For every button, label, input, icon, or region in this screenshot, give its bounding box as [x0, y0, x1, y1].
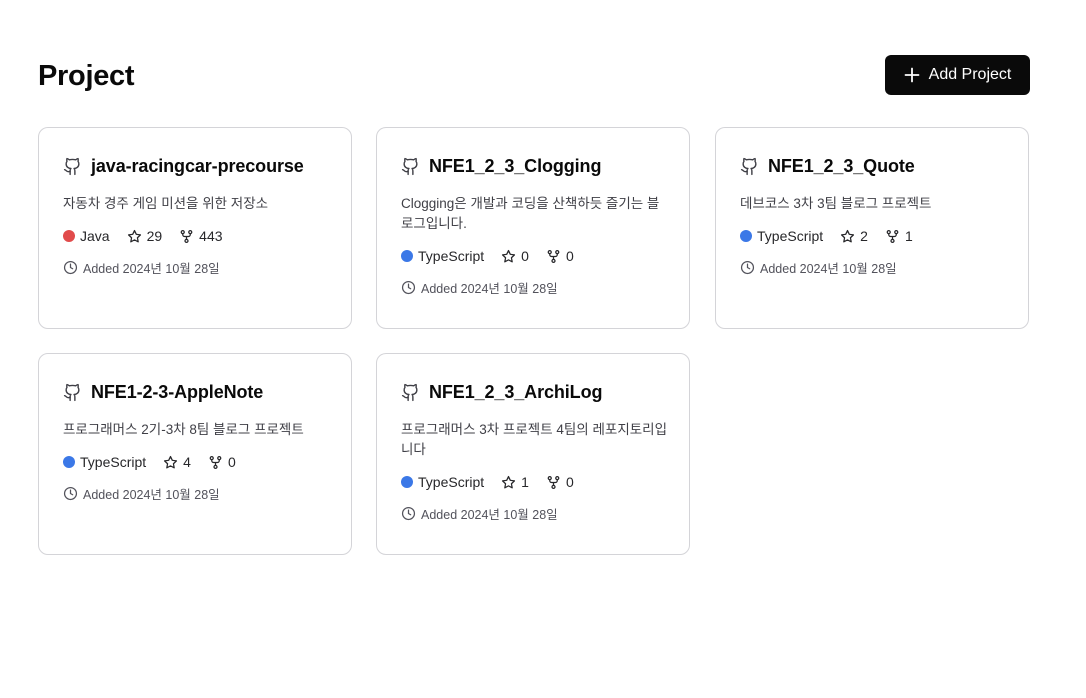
project-meta: TypeScript 2 1 [740, 227, 1004, 245]
project-description: 데브코스 3차 3팀 블로그 프로젝트 [740, 196, 932, 211]
clock-icon [740, 260, 755, 275]
project-title[interactable]: java-racingcar-precourse [91, 156, 304, 177]
stars-value: 2 [860, 228, 868, 244]
stars-count: 4 [163, 454, 191, 470]
stars-count: 1 [501, 474, 529, 490]
star-icon [164, 455, 178, 468]
language-label: TypeScript [418, 248, 485, 264]
project-meta: TypeScript 4 0 [63, 453, 327, 471]
star-icon [841, 229, 855, 242]
project-card[interactable]: NFE1_2_3_ArchiLog 프로그래머스 3차 프로젝트 4팀의 레포지… [376, 353, 690, 555]
language-dot [63, 230, 75, 242]
forks-value: 1 [904, 228, 913, 244]
fork-icon [547, 475, 560, 489]
clock-icon [63, 260, 78, 275]
language-dot [401, 250, 413, 262]
card-header: NFE1-2-3-AppleNote [63, 381, 327, 403]
github-icon [401, 383, 418, 401]
clock-icon [63, 486, 78, 501]
project-meta: Java 29 443 [63, 227, 327, 245]
stars-count: 29 [127, 228, 163, 244]
project-description: Clogging은 개발과 코딩을 산책하듯 즐기는 블로그입니다. [401, 196, 660, 231]
language-badge: TypeScript [740, 228, 823, 244]
stars-value: 4 [183, 454, 191, 470]
added-date-text: Added 2024년 10월 28일 [421, 282, 558, 296]
added-date-text: Added 2024년 10월 28일 [421, 508, 558, 522]
added-date: Added 2024년 10월 28일 [401, 278, 665, 297]
project-description: 프로그래머스 3차 프로젝트 4팀의 레포지토리입니다 [401, 422, 667, 457]
project-card[interactable]: NFE1_2_3_Quote 데브코스 3차 3팀 블로그 프로젝트 TypeS… [715, 127, 1029, 329]
project-title[interactable]: NFE1-2-3-AppleNote [91, 382, 263, 403]
github-icon [401, 157, 418, 175]
github-icon [63, 383, 80, 401]
add-project-button[interactable]: Add Project [885, 55, 1030, 95]
added-date-text: Added 2024년 10월 28일 [760, 262, 897, 276]
language-label: Java [80, 228, 110, 244]
project-card[interactable]: NFE1_2_3_Clogging Clogging은 개발과 코딩을 산책하듯… [376, 127, 690, 329]
stars-value: 0 [521, 248, 529, 264]
card-header: java-racingcar-precourse [63, 155, 327, 177]
stars-value: 1 [521, 474, 529, 490]
github-icon [63, 157, 80, 175]
project-title[interactable]: NFE1_2_3_ArchiLog [429, 382, 602, 403]
forks-count: 0 [546, 474, 574, 490]
fork-icon [886, 229, 899, 243]
project-description: 프로그래머스 2기-3차 8팀 블로그 프로젝트 [63, 422, 304, 437]
card-header: NFE1_2_3_ArchiLog [401, 381, 665, 403]
added-date: Added 2024년 10월 28일 [401, 504, 665, 523]
project-meta: TypeScript 1 0 [401, 473, 665, 491]
clock-icon [401, 280, 416, 295]
project-meta: TypeScript 0 0 [401, 247, 665, 265]
stars-value: 29 [146, 228, 163, 244]
fork-icon [209, 455, 222, 469]
language-badge: Java [63, 228, 110, 244]
fork-icon [547, 249, 560, 263]
project-title[interactable]: NFE1_2_3_Quote [768, 156, 915, 177]
language-dot [401, 476, 413, 488]
language-badge: TypeScript [63, 454, 146, 470]
project-title[interactable]: NFE1_2_3_Clogging [429, 156, 601, 177]
language-label: TypeScript [757, 228, 824, 244]
card-header: NFE1_2_3_Quote [740, 155, 1004, 177]
stars-count: 0 [501, 248, 529, 264]
language-dot [740, 230, 752, 242]
add-project-label: Add Project [928, 66, 1012, 83]
page-header: Project Add Project [38, 55, 1030, 95]
forks-value: 443 [199, 228, 223, 244]
forks-value: 0 [565, 474, 574, 490]
forks-value: 0 [227, 454, 236, 470]
added-date-text: Added 2024년 10월 28일 [83, 488, 220, 502]
added-date-text: Added 2024년 10월 28일 [83, 262, 220, 276]
stars-count: 2 [840, 228, 868, 244]
page-title: Project [38, 60, 135, 92]
card-header: NFE1_2_3_Clogging [401, 155, 665, 177]
project-card[interactable]: java-racingcar-precourse 자동차 경주 게임 미션을 위… [38, 127, 352, 329]
added-date: Added 2024년 10월 28일 [63, 258, 327, 277]
project-description: 자동차 경주 게임 미션을 위한 저장소 [63, 196, 269, 211]
forks-count: 0 [208, 454, 236, 470]
star-icon [502, 249, 516, 262]
language-label: TypeScript [80, 454, 147, 470]
forks-count: 0 [546, 248, 574, 264]
star-icon [127, 229, 141, 242]
language-badge: TypeScript [401, 248, 484, 264]
added-date: Added 2024년 10월 28일 [740, 258, 1004, 277]
clock-icon [401, 506, 416, 521]
forks-value: 0 [565, 248, 574, 264]
fork-icon [180, 229, 193, 243]
star-icon [502, 475, 516, 488]
language-label: TypeScript [418, 474, 485, 490]
language-dot [63, 456, 75, 468]
github-icon [740, 157, 757, 175]
forks-count: 1 [885, 228, 913, 244]
project-card[interactable]: NFE1-2-3-AppleNote 프로그래머스 2기-3차 8팀 블로그 프… [38, 353, 352, 555]
added-date: Added 2024년 10월 28일 [63, 484, 327, 503]
forks-count: 443 [179, 228, 223, 244]
plus-icon [904, 67, 920, 83]
language-badge: TypeScript [401, 474, 484, 490]
